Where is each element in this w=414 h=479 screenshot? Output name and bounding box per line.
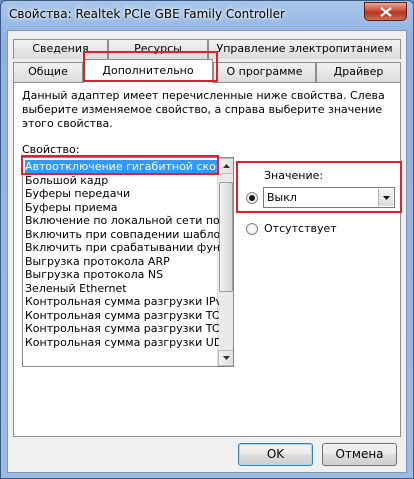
close-button[interactable] [364, 2, 407, 21]
property-list-item[interactable]: Выгрузка протокола ARP [25, 255, 219, 268]
chevron-down-icon [222, 356, 230, 360]
property-list-item[interactable]: Контрольная сумма разгрузки TCP [25, 322, 219, 335]
tab-power-management[interactable]: Управление электропитанием [208, 39, 401, 59]
tab-label: Ресурсы [134, 42, 182, 55]
close-icon [379, 6, 392, 17]
property-list-item[interactable]: Автоотключение гигабитной скорос [25, 160, 219, 173]
absent-radio[interactable] [246, 223, 258, 235]
property-list-item[interactable]: Контрольная сумма разгрузки IPv4 [25, 295, 219, 308]
scroll-down-button[interactable] [218, 350, 233, 366]
chevron-up-icon [222, 164, 230, 168]
scrollbar-thumb[interactable] [219, 182, 233, 292]
tab-label: Сведения [32, 42, 89, 55]
tab-label: Драйвер [333, 65, 384, 78]
chevron-down-icon [382, 195, 390, 200]
property-list-item[interactable]: Выгрузка протокола NS [25, 268, 219, 281]
tab-details[interactable]: Сведения [13, 39, 108, 59]
tab-resources[interactable]: Ресурсы [108, 39, 208, 59]
listbox-scrollbar[interactable] [217, 158, 233, 366]
property-list-item[interactable]: Буферы приема [25, 201, 219, 214]
combobox-value: Выкл [267, 191, 297, 204]
property-list-item[interactable]: Контрольная сумма разгрузки TCP [25, 309, 219, 322]
property-label: Свойство: [22, 143, 80, 156]
property-listbox[interactable]: Автоотключение гигабитной скорос Большой … [22, 157, 234, 367]
value-radio[interactable] [246, 192, 258, 204]
description-text: Данный адаптер имеет перечисленные ниже … [22, 89, 385, 130]
property-list-item[interactable]: Включить при совпадении шаблона [25, 228, 219, 241]
value-label: Значение: [264, 169, 324, 182]
dialog-client-area: Сведения Ресурсы Управление электропитан… [7, 30, 407, 473]
property-list-item[interactable]: Буферы передачи [25, 187, 219, 200]
property-list-item[interactable]: Большой кадр [25, 174, 219, 187]
combobox-dropdown-button[interactable] [378, 189, 393, 206]
window-title: Свойства: Realtek PCIe GBE Family Contro… [9, 7, 285, 21]
cancel-button[interactable]: Отмена [322, 443, 397, 466]
tab-advanced[interactable]: Дополнительно [83, 59, 213, 83]
tab-label: Общие [28, 65, 68, 78]
value-combobox[interactable]: Выкл [263, 187, 395, 208]
tab-label: Управление электропитанием [216, 42, 393, 55]
scroll-up-button[interactable] [218, 158, 233, 174]
property-list-item[interactable]: Контрольная сумма разгрузки UDP [25, 336, 219, 349]
ok-button[interactable]: OK [238, 443, 313, 466]
tab-driver[interactable]: Драйвер [316, 62, 401, 82]
tab-general[interactable]: Общие [13, 62, 83, 82]
advanced-tab-panel: Данный адаптер имеет перечисленные ниже … [13, 82, 402, 437]
tab-label: Дополнительно [102, 64, 194, 77]
absent-label: Отсутствует [264, 222, 337, 235]
tab-about[interactable]: О программе [213, 62, 316, 82]
tab-label: О программе [226, 65, 303, 78]
property-list-item[interactable]: Зеленый Ethernet [25, 282, 219, 295]
title-bar[interactable]: Свойства: Realtek PCIe GBE Family Contro… [1, 1, 413, 29]
properties-window: Свойства: Realtek PCIe GBE Family Contro… [0, 0, 414, 479]
property-list-item[interactable]: Включение по локальной сети после [25, 214, 219, 227]
property-list-item[interactable]: Включить при срабатывании функци [25, 241, 219, 254]
